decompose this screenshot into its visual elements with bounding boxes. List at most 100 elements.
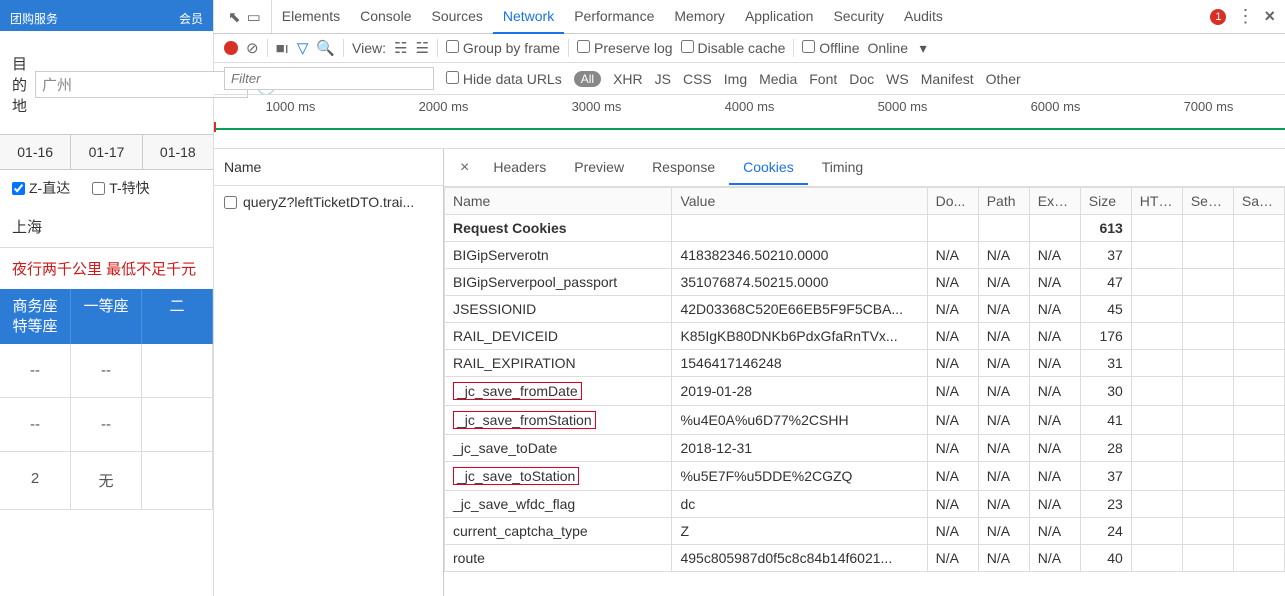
cookie-row[interactable]: RAIL_EXPIRATION1546417146248N/AN/AN/A31	[445, 350, 1285, 377]
date-tab[interactable]: 01-16	[0, 135, 71, 169]
filter-type-manifest[interactable]: Manifest	[921, 71, 974, 87]
detail-tab-headers[interactable]: Headers	[479, 151, 560, 185]
tab-memory[interactable]: Memory	[664, 0, 735, 34]
cookie-row[interactable]: BIGipServerpool_passport351076874.50215.…	[445, 269, 1285, 296]
filter-type-css[interactable]: CSS	[683, 71, 712, 87]
date-tabs: 01-1601-1701-18	[0, 134, 213, 170]
tab-sources[interactable]: Sources	[422, 0, 493, 34]
close-detail-icon[interactable]: ×	[450, 159, 479, 177]
filter-all[interactable]: All	[574, 71, 601, 87]
detail-tab-timing[interactable]: Timing	[808, 151, 878, 185]
device-toggle-icon[interactable]: ▭	[247, 8, 261, 26]
preserve-log[interactable]: Preserve log	[577, 40, 672, 56]
cookie-row[interactable]: _jc_save_fromDate2019-01-28N/AN/AN/A30	[445, 377, 1285, 406]
tab-performance[interactable]: Performance	[564, 0, 664, 34]
group-by-frame[interactable]: Group by frame	[446, 40, 560, 56]
filter-type-xhr[interactable]: XHR	[613, 71, 643, 87]
cookie-row[interactable]: RAIL_DEVICEIDK85IgKB80DNKb6PdxGfaRnTVx..…	[445, 323, 1285, 350]
view-large-icon[interactable]: ☱	[415, 39, 428, 57]
cookie-name: _jc_save_fromDate	[445, 377, 672, 406]
cookie-col-header[interactable]: Do...	[927, 188, 978, 215]
detail-tab-preview[interactable]: Preview	[560, 151, 638, 185]
train-type-checkbox[interactable]: Z-直达	[12, 178, 70, 198]
more-menu-icon[interactable]: ⋮	[1236, 6, 1254, 27]
disable-cache[interactable]: Disable cache	[681, 40, 786, 56]
tab-network[interactable]: Network	[493, 0, 564, 34]
timeline-label: 3000 ms	[572, 99, 622, 114]
cookie-value: %u4E0A%u6D77%2CSHH	[672, 406, 927, 435]
cookie-row[interactable]: JSESSIONID42D03368C520E66EB5F9F5CBA...N/…	[445, 296, 1285, 323]
filter-type-ws[interactable]: WS	[886, 71, 909, 87]
cookie-domain: N/A	[927, 462, 978, 491]
cookie-row[interactable]: _jc_save_fromStation%u4E0A%u6D77%2CSHHN/…	[445, 406, 1285, 435]
throttle-select[interactable]: Online ▾	[868, 40, 927, 57]
tab-console[interactable]: Console	[350, 0, 421, 34]
cookie-expires: N/A	[1029, 269, 1080, 296]
seat-column-header: 商务座特等座	[0, 289, 71, 344]
cookie-size: 31	[1080, 350, 1131, 377]
detail-tab-response[interactable]: Response	[638, 151, 729, 185]
cookie-col-header[interactable]: Sam...	[1233, 188, 1284, 215]
cookie-size: 47	[1080, 269, 1131, 296]
request-list-header: Name	[214, 149, 443, 186]
cookie-col-header[interactable]: Sec...	[1182, 188, 1233, 215]
cookie-col-header[interactable]: Path	[978, 188, 1029, 215]
cookie-path: N/A	[978, 545, 1029, 572]
seat-row: 2无	[0, 452, 213, 510]
search-icon[interactable]: 🔍	[316, 39, 335, 57]
cookie-size: 40	[1080, 545, 1131, 572]
cookie-col-header[interactable]: HTTP	[1131, 188, 1182, 215]
view-label: View:	[352, 40, 386, 56]
cookie-row[interactable]: _jc_save_wfdc_flagdcN/AN/AN/A23	[445, 491, 1285, 518]
cookie-col-header[interactable]: Value	[672, 188, 927, 215]
cookie-path: N/A	[978, 350, 1029, 377]
tab-audits[interactable]: Audits	[894, 0, 953, 34]
hide-data-urls[interactable]: Hide data URLs	[446, 71, 562, 87]
cookie-row[interactable]: route495c805987d0f5c8c84b14f6021...N/AN/…	[445, 545, 1285, 572]
filter-type-other[interactable]: Other	[986, 71, 1021, 87]
detail-tab-cookies[interactable]: Cookies	[729, 151, 808, 185]
inspect-icon[interactable]: ⬉	[228, 8, 241, 26]
tab-elements[interactable]: Elements	[272, 0, 350, 34]
date-tab[interactable]: 01-17	[71, 135, 142, 169]
cookie-row[interactable]: current_captcha_typeZN/AN/AN/A24	[445, 518, 1285, 545]
tab-security[interactable]: Security	[823, 0, 894, 34]
timeline[interactable]: 1000 ms2000 ms3000 ms4000 ms5000 ms6000 …	[214, 95, 1285, 149]
cookie-row[interactable]: BIGipServerotn418382346.50210.0000N/AN/A…	[445, 242, 1285, 269]
filter-type-js[interactable]: JS	[655, 71, 671, 87]
error-count-badge[interactable]: 1	[1210, 9, 1226, 25]
cookie-col-header[interactable]: Size	[1080, 188, 1131, 215]
tab-application[interactable]: Application	[735, 0, 824, 34]
cookie-domain: N/A	[927, 242, 978, 269]
date-tab[interactable]: 01-18	[143, 135, 213, 169]
camera-icon[interactable]: ■ı	[276, 40, 289, 57]
cookie-path: N/A	[978, 242, 1029, 269]
cookie-name: RAIL_EXPIRATION	[445, 350, 672, 377]
seat-cell: 2	[0, 452, 71, 509]
view-list-icon[interactable]: ☵	[394, 39, 407, 57]
close-devtools-icon[interactable]: ×	[1264, 6, 1275, 27]
header-member: 会员	[179, 10, 203, 27]
cookie-path: N/A	[978, 296, 1029, 323]
cookie-value: Z	[672, 518, 927, 545]
cookie-name: _jc_save_toDate	[445, 435, 672, 462]
clear-icon[interactable]: ⊘	[246, 39, 259, 57]
record-icon[interactable]	[224, 41, 238, 55]
cookie-size: 23	[1080, 491, 1131, 518]
request-item[interactable]: queryZ?leftTicketDTO.trai...	[214, 186, 443, 218]
cookie-path: N/A	[978, 491, 1029, 518]
cookie-col-header[interactable]: Name	[445, 188, 672, 215]
filter-icon[interactable]: ▽	[297, 39, 309, 57]
filter-type-font[interactable]: Font	[809, 71, 837, 87]
cookie-name: _jc_save_wfdc_flag	[445, 491, 672, 518]
train-type-checkbox[interactable]: T-特快	[92, 178, 149, 198]
filter-type-media[interactable]: Media	[759, 71, 797, 87]
seat-header: 商务座特等座一等座二	[0, 289, 213, 344]
filter-input[interactable]	[224, 67, 434, 90]
cookie-row[interactable]: _jc_save_toDate2018-12-31N/AN/AN/A28	[445, 435, 1285, 462]
offline-toggle[interactable]: Offline	[802, 40, 859, 56]
filter-type-img[interactable]: Img	[724, 71, 747, 87]
filter-type-doc[interactable]: Doc	[849, 71, 874, 87]
cookie-row[interactable]: _jc_save_toStation%u5E7F%u5DDE%2CGZQN/AN…	[445, 462, 1285, 491]
cookie-col-header[interactable]: Expi...	[1029, 188, 1080, 215]
